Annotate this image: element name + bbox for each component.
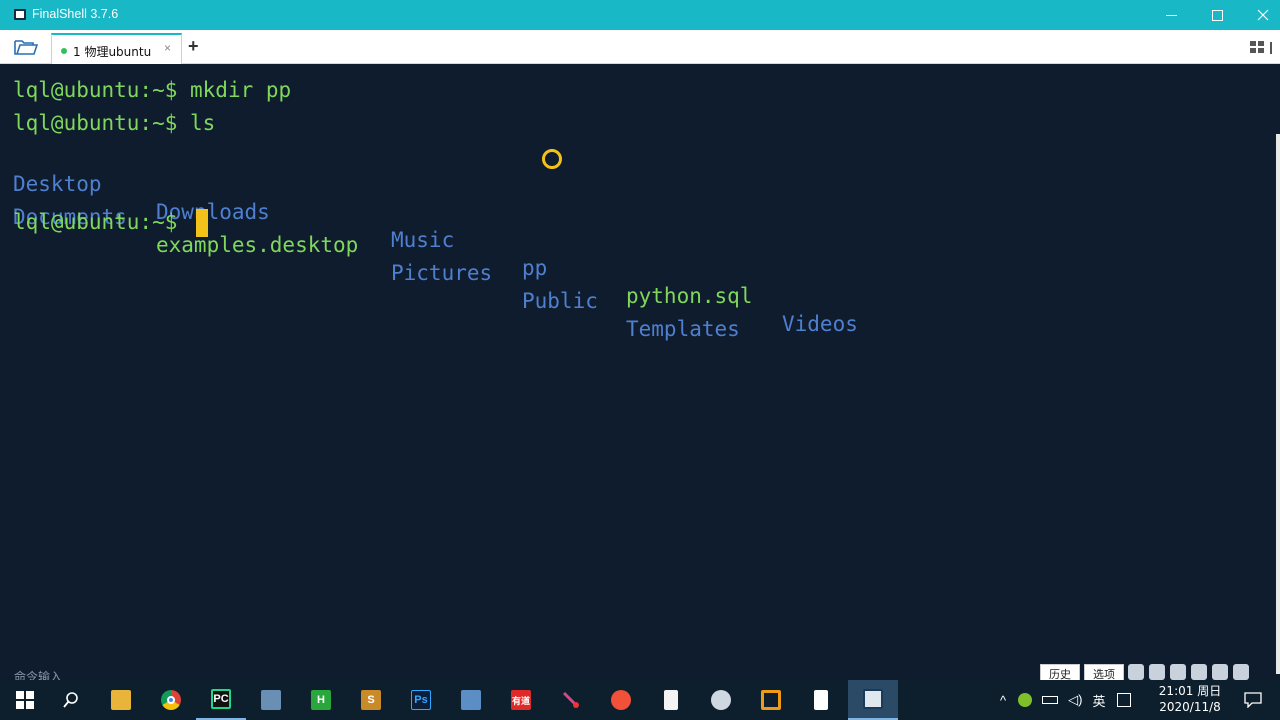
- taskbar-pycharm[interactable]: PC: [196, 680, 246, 720]
- upload-icon[interactable]: [1233, 664, 1249, 680]
- minimize-icon: [1165, 14, 1177, 16]
- folder-icon: [14, 40, 39, 55]
- volume-icon[interactable]: ◁): [1068, 692, 1082, 708]
- taskbar-youdao[interactable]: 有道: [496, 680, 546, 720]
- ls-entry-videos: Videos: [782, 312, 858, 336]
- ls-output-row: Documents examples.desktop Pictures Publ…: [13, 175, 913, 341]
- pycharm-icon: PC: [211, 689, 231, 709]
- keyboard-grid-icon[interactable]: [1117, 693, 1132, 707]
- window-title: FinalShell 3.7.6: [32, 7, 119, 21]
- pen-tool-icon: [561, 690, 581, 710]
- link-icon[interactable]: [1149, 664, 1165, 680]
- add-tab-button[interactable]: +: [188, 36, 199, 57]
- chevron-up-icon[interactable]: ^: [1000, 693, 1006, 708]
- taskbar-notepad[interactable]: [796, 680, 846, 720]
- notification-icon: [1244, 692, 1262, 708]
- taskbar-remote-desktop[interactable]: [246, 680, 296, 720]
- taskbar-photoshop[interactable]: Ps: [396, 680, 446, 720]
- shell-command: mkdir pp: [177, 78, 292, 102]
- terminal-line: lql@ubuntu:~$ ls: [13, 109, 215, 137]
- title-bar: FinalShell 3.7.6: [0, 0, 1280, 30]
- youdao-icon: 有道: [511, 690, 531, 710]
- photoshop-icon: Ps: [411, 690, 431, 710]
- sublime-icon: S: [361, 690, 381, 710]
- notification-button[interactable]: [1228, 680, 1278, 720]
- notepad-icon: [814, 690, 828, 710]
- minimize-button[interactable]: [1148, 0, 1194, 30]
- clock-time: 21:01 周日: [1158, 684, 1222, 698]
- terminal-cursor: [196, 209, 208, 237]
- ls-entry-public: Public: [522, 289, 598, 313]
- close-button[interactable]: [1240, 0, 1280, 30]
- clock-date: 2020/11/8: [1159, 700, 1221, 714]
- taskbar-pen-tool[interactable]: [546, 680, 596, 720]
- search-icon: [63, 692, 78, 708]
- taskbar-sublime[interactable]: S: [346, 680, 396, 720]
- tab-ubuntu-session[interactable]: 1 物理ubuntu ×: [51, 33, 182, 64]
- terminal-scrollbar[interactable]: [1276, 134, 1280, 674]
- ls-output-row: Desktop Downloads Music pp python.sql Vi…: [13, 142, 913, 336]
- tab-bar: 1 物理ubuntu × +: [0, 30, 1280, 64]
- calculator-icon: [461, 690, 481, 710]
- system-tray: ^ ◁) 英: [1000, 680, 1132, 720]
- folder-button[interactable]: [14, 38, 40, 56]
- terminal-line: lql@ubuntu:~$ mkdir pp: [13, 76, 291, 104]
- terminal-line: lql@ubuntu:~$: [13, 208, 177, 236]
- shell-prompt: lql@ubuntu:~$: [13, 210, 178, 234]
- hbuilder-icon: H: [311, 690, 331, 710]
- taskbar-document[interactable]: [646, 680, 696, 720]
- tab-label: 1 物理ubuntu: [73, 45, 152, 59]
- layout-grid-icon[interactable]: [1250, 41, 1264, 53]
- taskbar-finalshell[interactable]: [848, 680, 898, 720]
- finalshell-icon: [863, 689, 883, 709]
- green-app-tray-icon[interactable]: [1018, 693, 1033, 707]
- paint-icon: [711, 690, 731, 710]
- vmware-icon: [761, 690, 781, 710]
- mouse-click-indicator: [542, 149, 562, 169]
- battery-icon[interactable]: [1042, 696, 1059, 704]
- document-icon: [664, 690, 678, 710]
- taskbar-search-button[interactable]: [46, 680, 96, 720]
- maximize-button[interactable]: [1194, 0, 1240, 30]
- taskbar-paint[interactable]: [696, 680, 746, 720]
- ls-entry-python-sql: python.sql: [626, 284, 753, 308]
- settings-icon[interactable]: [1212, 664, 1228, 680]
- windows-start-icon: [16, 691, 34, 709]
- ime-indicator[interactable]: 英: [1092, 691, 1105, 710]
- swift-icon: [611, 690, 631, 710]
- remote-desktop-icon: [261, 690, 281, 710]
- maximize-icon: [1211, 9, 1223, 21]
- finalshell-app-icon: [14, 9, 26, 20]
- ls-entry-pp: pp: [522, 256, 548, 280]
- shell-prompt: lql@ubuntu:~$: [13, 78, 178, 102]
- ls-entry-examples-desktop: examples.desktop: [156, 233, 359, 257]
- copy-icon[interactable]: [1170, 664, 1186, 680]
- connected-status-icon: [61, 48, 67, 54]
- tab-close-icon[interactable]: ×: [164, 41, 171, 55]
- taskbar-vmware[interactable]: [746, 680, 796, 720]
- shell-prompt: lql@ubuntu:~$: [13, 111, 178, 135]
- lightning-icon[interactable]: [1128, 664, 1144, 680]
- file-explorer-icon: [111, 690, 131, 710]
- taskbar-calculator[interactable]: [446, 680, 496, 720]
- search-icon[interactable]: [1191, 664, 1207, 680]
- close-icon: [1257, 9, 1269, 21]
- start-button[interactable]: [0, 680, 50, 720]
- terminal-area[interactable]: lql@ubuntu:~$ mkdir pp lql@ubuntu:~$ ls …: [0, 64, 1280, 684]
- ls-entry-pictures: Pictures: [391, 261, 493, 285]
- taskbar-file-explorer[interactable]: [96, 680, 146, 720]
- chrome-icon: [161, 690, 181, 710]
- shell-command: ls: [177, 111, 216, 135]
- taskbar-hbuilder[interactable]: H: [296, 680, 346, 720]
- taskbar-clock[interactable]: 21:01 周日 2020/11/8: [1152, 683, 1228, 715]
- taskbar-chrome[interactable]: [146, 680, 196, 720]
- windows-taskbar: PC H S Ps 有道 ^ ◁) 英 21:01 周日 2020/11/8: [0, 680, 1280, 720]
- taskbar-swift[interactable]: [596, 680, 646, 720]
- more-icon[interactable]: [1270, 42, 1274, 54]
- ls-entry-music: Music: [391, 228, 455, 252]
- ls-entry-templates: Templates: [626, 317, 740, 341]
